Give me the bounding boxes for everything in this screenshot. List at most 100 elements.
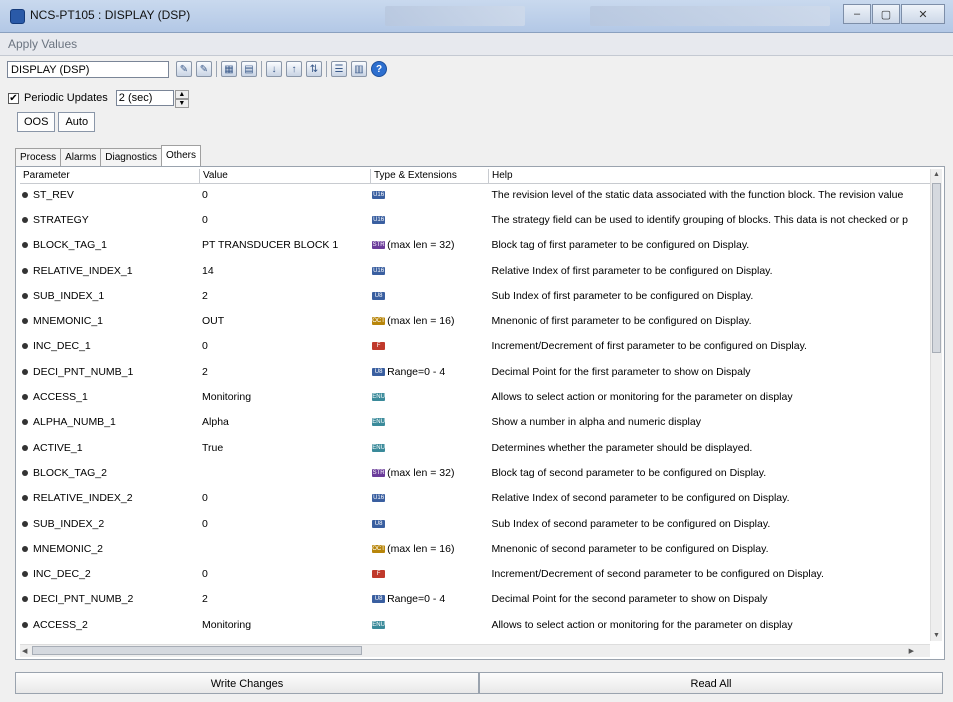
parameter-bullet-icon xyxy=(22,242,28,249)
type-cell: ENU xyxy=(372,443,489,452)
parameter-cell: INC_DEC_2 xyxy=(20,568,199,580)
read-all-button[interactable]: Read All xyxy=(479,672,943,694)
update-interval-spinner[interactable]: ▲ ▼ xyxy=(174,90,189,108)
value-cell[interactable]: 0 xyxy=(199,340,372,352)
table-row[interactable]: INC_DEC_2 0 F Increment/Decrement of second… xyxy=(20,561,930,586)
parameter-bullet-icon xyxy=(22,318,28,325)
maximize-button[interactable]: ▢ xyxy=(872,4,900,24)
type-cell: U16 xyxy=(372,190,489,199)
help-cell: Sub Index of second parameter to be conf… xyxy=(491,517,771,530)
help-cell: The strategy field can be used to identi… xyxy=(491,213,908,226)
apply-values-menu[interactable]: Apply Values xyxy=(8,37,77,51)
help-cell: Block tag of first parameter to be confi… xyxy=(491,239,750,252)
vertical-scrollbar[interactable]: ▲ ▼ xyxy=(930,169,942,641)
table-row[interactable]: BLOCK_TAG_2 STR (max len = 32) Block tag of… xyxy=(20,460,930,485)
help-cell: Relative Index of first parameter to be … xyxy=(491,264,773,277)
value-cell[interactable]: 2 xyxy=(199,290,372,302)
table-row[interactable]: DECI_PNT_NUMB_1 2 U8 Range=0 - 4 Decimal Poi… xyxy=(20,359,930,384)
method-icon[interactable]: ▦ xyxy=(221,61,237,77)
table-row[interactable]: DECI_PNT_NUMB_2 2 U8 Range=0 - 4 Decimal Poi… xyxy=(20,587,930,612)
compare-icon[interactable]: ⇅ xyxy=(306,61,322,77)
parameter-cell: ALPHA_NUMB_1 xyxy=(20,416,199,428)
parameter-bullet-icon xyxy=(22,292,28,299)
value-cell[interactable]: 0 xyxy=(199,214,372,226)
table-row[interactable]: MNEMONIC_1 OUT OCT (max len = 16) Mnenonic o… xyxy=(20,308,930,333)
help-cell: Decimal Point for the first parameter to… xyxy=(491,365,751,378)
parameter-bullet-icon xyxy=(22,495,28,502)
table-row[interactable]: ACCESS_1 Monitoring ENU Allows to select ac… xyxy=(20,384,930,409)
parameter-cell: ACTIVE_1 xyxy=(20,442,199,454)
value-cell[interactable]: 0 xyxy=(199,189,372,201)
column-header-value[interactable]: Value xyxy=(200,169,371,183)
parameter-cell: MNEMONIC_2 xyxy=(20,543,199,555)
write-changes-button[interactable]: Write Changes xyxy=(15,672,479,694)
auto-button[interactable]: Auto xyxy=(58,112,96,132)
column-header-parameter[interactable]: Parameter xyxy=(20,169,200,183)
table-row[interactable]: ST_REV 0 U16 The revision level of the stat… xyxy=(20,182,930,207)
value-cell[interactable]: Alpha xyxy=(199,416,372,428)
edit-all-icon[interactable]: ✎ xyxy=(196,61,212,77)
toolbar-icons: ✎ ✎ ▦ ▤ ↓ ↑ ⇅ ☰ ▥ ? xyxy=(176,61,391,77)
periodic-updates-checkbox[interactable]: ✔ xyxy=(8,92,19,104)
horizontal-scroll-thumb[interactable] xyxy=(32,646,362,655)
tab-diagnostics[interactable]: Diagnostics xyxy=(100,148,162,166)
close-button[interactable]: ✕ xyxy=(901,4,945,24)
type-cell: OCT (max len = 16) xyxy=(372,543,489,555)
table-row[interactable]: SUB_INDEX_2 0 U8 Sub Index of second parame… xyxy=(20,511,930,536)
parameter-name: INC_DEC_1 xyxy=(33,340,91,353)
table-row[interactable]: ACCESS_2 Monitoring ENU Allows to select ac… xyxy=(20,612,930,637)
value-cell[interactable]: 14 xyxy=(199,265,372,277)
vertical-scroll-thumb[interactable] xyxy=(932,183,941,353)
type-cell: F xyxy=(372,342,489,351)
download-icon[interactable]: ↓ xyxy=(266,61,282,77)
type-cell: U8 Range=0 - 4 xyxy=(372,593,489,605)
value-cell[interactable]: PT TRANSDUCER BLOCK 1 xyxy=(199,239,372,251)
value-cell[interactable]: 0 xyxy=(199,492,372,504)
minimize-button[interactable]: – xyxy=(843,4,871,24)
grid-rows: ST_REV 0 U16 The revision level of the stat… xyxy=(20,182,930,642)
column-header-help[interactable]: Help xyxy=(489,169,930,183)
upload-icon[interactable]: ↑ xyxy=(286,61,302,77)
parameter-cell: DECI_PNT_NUMB_1 xyxy=(20,366,199,378)
value-cell[interactable]: OUT xyxy=(199,315,372,327)
column-header-type[interactable]: Type & Extensions xyxy=(371,169,489,183)
parameter-cell: RELATIVE_INDEX_2 xyxy=(20,492,199,504)
table-row[interactable]: INC_DEC_1 0 F Increment/Decrement of first … xyxy=(20,334,930,359)
parameter-grid: Parameter Value Type & Extensions Help S… xyxy=(15,166,945,660)
table-row[interactable]: RELATIVE_INDEX_1 14 U16 Relative Index of f… xyxy=(20,258,930,283)
help-cell: Decimal Point for the second parameter t… xyxy=(491,593,768,606)
value-cell[interactable]: Monitoring xyxy=(199,619,372,631)
value-cell[interactable]: 0 xyxy=(199,518,372,530)
help-cell: Increment/Decrement of first parameter t… xyxy=(491,340,807,353)
edit-icon[interactable]: ✎ xyxy=(176,61,192,77)
table-row[interactable]: ALPHA_NUMB_1 Alpha ENU Show a number in alp… xyxy=(20,410,930,435)
tab-process[interactable]: Process xyxy=(15,148,62,166)
type-cell: STR (max len = 32) xyxy=(372,239,489,251)
parameter-bullet-icon xyxy=(22,368,28,375)
parameter-bullet-icon xyxy=(22,545,28,552)
detail-view-icon[interactable]: ▥ xyxy=(351,61,367,77)
chart-icon[interactable]: ▤ xyxy=(241,61,257,77)
table-row[interactable]: STRATEGY 0 U16 The strategy field can be us… xyxy=(20,207,930,232)
parameter-name: MNEMONIC_2 xyxy=(33,542,104,555)
tab-alarms[interactable]: Alarms xyxy=(60,148,102,166)
value-cell[interactable]: 2 xyxy=(199,593,372,605)
table-row[interactable]: ACTIVE_1 True ENU Determines whether the pa… xyxy=(20,435,930,460)
table-row[interactable]: SUB_INDEX_1 2 U8 Sub Index of first paramet… xyxy=(20,283,930,308)
horizontal-scrollbar[interactable]: ◀ ▶ xyxy=(20,644,930,657)
table-row[interactable]: RELATIVE_INDEX_2 0 U16 Relative Index of se… xyxy=(20,486,930,511)
tab-others[interactable]: Others xyxy=(160,145,201,166)
value-cell[interactable]: True xyxy=(199,442,372,454)
table-row[interactable]: BLOCK_TAG_1 PT TRANSDUCER BLOCK 1 STR (max … xyxy=(20,233,930,258)
value-cell[interactable]: 0 xyxy=(199,568,372,580)
type-badge-icon: STR xyxy=(372,241,386,250)
update-interval-input[interactable]: 2 (sec) xyxy=(115,90,174,106)
value-cell[interactable]: 2 xyxy=(199,366,372,378)
parameter-cell: STRATEGY xyxy=(20,214,199,226)
oos-button[interactable]: OOS xyxy=(17,112,56,132)
help-icon[interactable]: ? xyxy=(371,61,387,77)
list-view-icon[interactable]: ☰ xyxy=(331,61,347,77)
value-cell[interactable]: Monitoring xyxy=(199,391,372,403)
table-row[interactable]: MNEMONIC_2 OCT (max len = 16) Mnenonic of s… xyxy=(20,536,930,561)
block-selector[interactable]: DISPLAY (DSP) xyxy=(7,61,169,78)
